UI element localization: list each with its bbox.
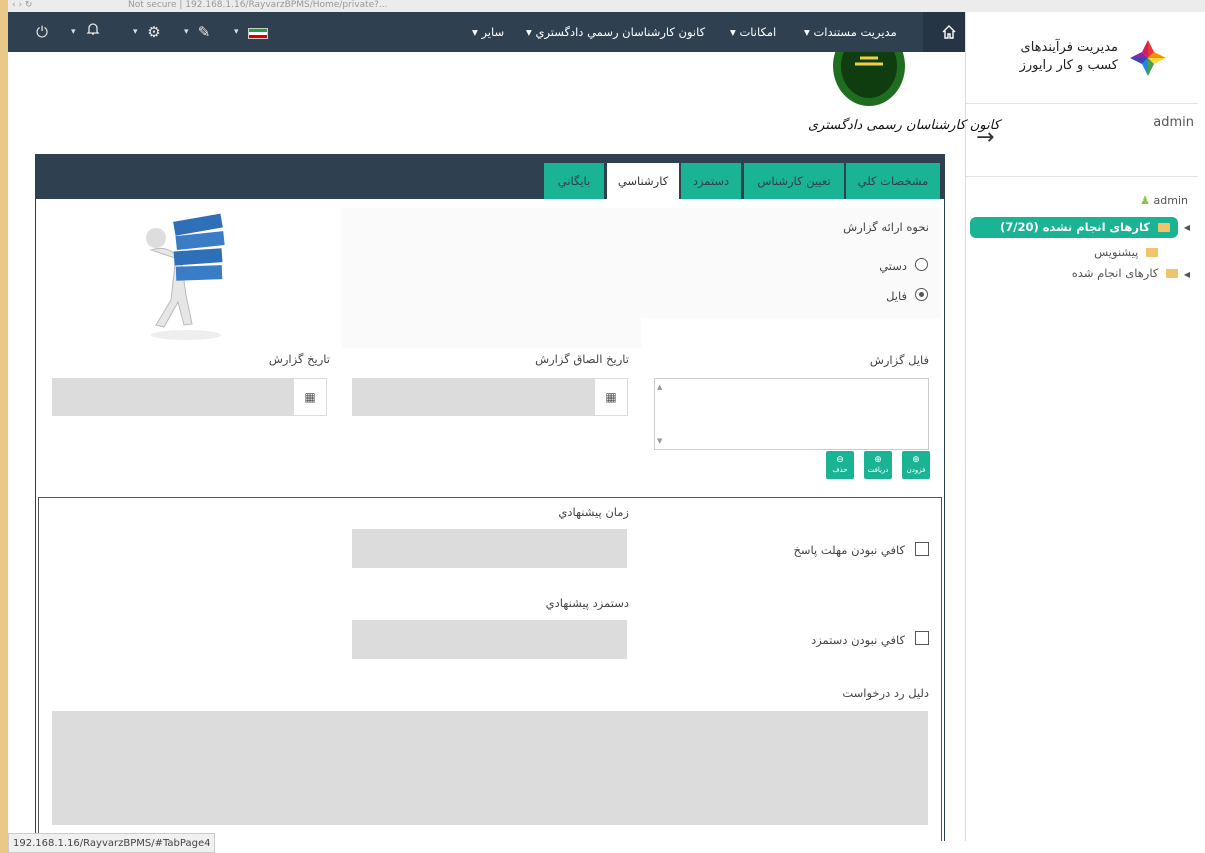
file-delete-button[interactable]: ⊖ حذف bbox=[826, 451, 854, 479]
report-method-label: نحوه ارائه گزارش bbox=[843, 220, 929, 234]
attach-date-input[interactable] bbox=[352, 378, 595, 416]
user-row: admin → bbox=[966, 105, 1198, 177]
report-date-label: تاريخ گزارش bbox=[268, 352, 330, 366]
tree-user-label: admin bbox=[1153, 194, 1188, 207]
power-icon[interactable]: ⏻ bbox=[30, 20, 54, 44]
browser-address-bar[interactable]: ‹ › ↻ Not secure | 192.168.1.16/RayvarzB… bbox=[8, 0, 1205, 12]
delete-icon: ⊖ bbox=[836, 455, 844, 465]
tab-fee[interactable]: دستمزد bbox=[681, 163, 741, 199]
flag-icon[interactable] bbox=[248, 28, 268, 39]
reject-reason-textarea[interactable] bbox=[52, 711, 928, 825]
report-file-listbox[interactable]: ▲ ▼ bbox=[654, 378, 929, 450]
insufficient-time-checkbox[interactable] bbox=[915, 542, 929, 556]
attach-date-label: تاريخ الصاق گزارش bbox=[535, 352, 629, 366]
tree-expand-icon[interactable]: ◀ bbox=[1184, 270, 1190, 279]
logo-icon bbox=[1130, 40, 1166, 76]
top-navbar: ⏻ ▾ ▾ ⚙ ▾ ✎ ▾ ▾ ساير ▾ کانون کارشناسان ر… bbox=[8, 12, 975, 52]
attach-date-calendar-button[interactable]: ▦ bbox=[594, 378, 628, 416]
download-icon: ⊕ bbox=[874, 455, 882, 465]
flag-stripe-red bbox=[249, 35, 267, 38]
tree-item-completed-tasks[interactable]: کارهای انجام شده bbox=[1072, 266, 1178, 280]
menu-label: ساير bbox=[481, 25, 505, 39]
user-icon: ♟ bbox=[1140, 194, 1151, 207]
file-upload-button[interactable]: ⊕ فزودن bbox=[902, 451, 930, 479]
person-carrying-binders-image bbox=[146, 213, 225, 340]
report-file-label: فايل گزارش bbox=[869, 353, 929, 367]
radio-file-label: فايل bbox=[886, 289, 907, 303]
report-date-input[interactable] bbox=[52, 378, 294, 416]
menu-label: کانون کارشناسان رسمي دادگستري bbox=[535, 25, 706, 39]
tree-expand-icon[interactable]: ◀ bbox=[1184, 223, 1190, 232]
logo-area: مدیریت فرآیندهای کسب و کار رایورز bbox=[966, 12, 1198, 104]
tree-item-pending-tasks[interactable]: کارهای انجام نشده (7/20) bbox=[970, 217, 1178, 238]
file-download-label: دريافت bbox=[867, 466, 889, 474]
tree-item-label: کارهای انجام شده bbox=[1071, 266, 1159, 280]
tree-item-draft[interactable]: پيشنويس bbox=[1094, 245, 1158, 259]
report-date-calendar-button[interactable]: ▦ bbox=[293, 378, 327, 416]
status-bar-url: 192.168.1.16/RayvarzBPMS/#TabPage4 bbox=[8, 833, 216, 853]
report-method-background bbox=[341, 208, 641, 348]
folder-icon bbox=[1166, 269, 1178, 278]
tab-archive[interactable]: بايگاني bbox=[544, 163, 604, 199]
tab-expertise[interactable]: کارشناسي bbox=[607, 163, 679, 199]
browser-url[interactable]: Not secure | 192.168.1.16/RayvarzBPMS/Ho… bbox=[128, 0, 388, 10]
insufficient-fee-label: کافي نبودن دستمزد bbox=[811, 633, 905, 647]
suggested-fee-label: دستمزد پيشنهادي bbox=[545, 596, 629, 610]
menu-features[interactable]: ▾ امکانات bbox=[730, 12, 776, 52]
right-sidebar: مدیریت فرآیندهای کسب و کار رایورز admin … bbox=[965, 12, 1198, 841]
reject-reason-label: دليل رد درخواست bbox=[842, 686, 929, 700]
tree-item-label: پيشنويس bbox=[1094, 245, 1139, 259]
caret-icon: ▾ bbox=[71, 27, 76, 37]
tree-item-label: کارهای انجام نشده (7/20) bbox=[1000, 220, 1150, 234]
upload-icon: ⊕ bbox=[912, 455, 920, 465]
radio-manual[interactable] bbox=[915, 258, 928, 271]
browser-nav-icons[interactable]: ‹ › ↻ bbox=[12, 0, 32, 10]
menu-other[interactable]: ▾ ساير bbox=[472, 12, 504, 52]
scroll-down-icon[interactable]: ▼ bbox=[657, 437, 662, 445]
file-delete-label: حذف bbox=[832, 466, 848, 474]
folder-icon bbox=[1158, 223, 1170, 232]
username: admin bbox=[1153, 115, 1194, 130]
emblem-icon bbox=[833, 52, 905, 106]
insufficient-fee-checkbox[interactable] bbox=[915, 631, 929, 645]
suggested-time-label: زمان پيشنهادي bbox=[558, 505, 629, 519]
pen-icon[interactable]: ✎ bbox=[192, 20, 216, 44]
emblem-text: کانون کارشناسان رسمی دادگستری bbox=[808, 118, 1000, 133]
logo-line2: کسب و کار رایورز bbox=[1019, 58, 1118, 73]
suggested-time-input[interactable] bbox=[352, 529, 627, 568]
caret-icon: ▾ bbox=[234, 27, 239, 37]
insufficient-time-label: کافي نبودن مهلت پاسخ bbox=[793, 543, 905, 557]
suggested-fee-input[interactable] bbox=[352, 620, 627, 659]
gear-icon[interactable]: ⚙ bbox=[142, 20, 166, 44]
tab-general-info[interactable]: مشخصات کلي bbox=[846, 163, 940, 199]
caret-icon: ▾ bbox=[133, 27, 138, 37]
tab-bar: مشخصات کلي تعيين کارشناس دستمزد کارشناسي… bbox=[36, 155, 944, 199]
caret-icon: ▾ bbox=[184, 27, 189, 37]
menu-label: امکانات bbox=[739, 25, 777, 39]
menu-label: مديريت مستندات bbox=[813, 25, 897, 39]
home-icon bbox=[942, 25, 956, 39]
tab-assign-expert[interactable]: تعيين کارشناس bbox=[744, 163, 844, 199]
logo-line1: مدیریت فرآیندهای bbox=[1020, 40, 1118, 55]
bell-icon[interactable] bbox=[81, 20, 105, 44]
file-download-button[interactable]: ⊕ دريافت bbox=[864, 451, 892, 479]
radio-manual-label: دستي bbox=[879, 259, 907, 273]
folder-icon bbox=[1146, 248, 1158, 257]
menu-experts-center[interactable]: ▾ کانون کارشناسان رسمي دادگستري bbox=[526, 12, 705, 52]
file-upload-label: فزودن bbox=[906, 466, 926, 474]
radio-file[interactable] bbox=[915, 288, 928, 301]
menu-document-management[interactable]: ▾ مديريت مستندات bbox=[804, 12, 897, 52]
scroll-up-icon[interactable]: ▲ bbox=[657, 383, 662, 391]
tree-user-node[interactable]: admin ♟ bbox=[1140, 194, 1188, 207]
